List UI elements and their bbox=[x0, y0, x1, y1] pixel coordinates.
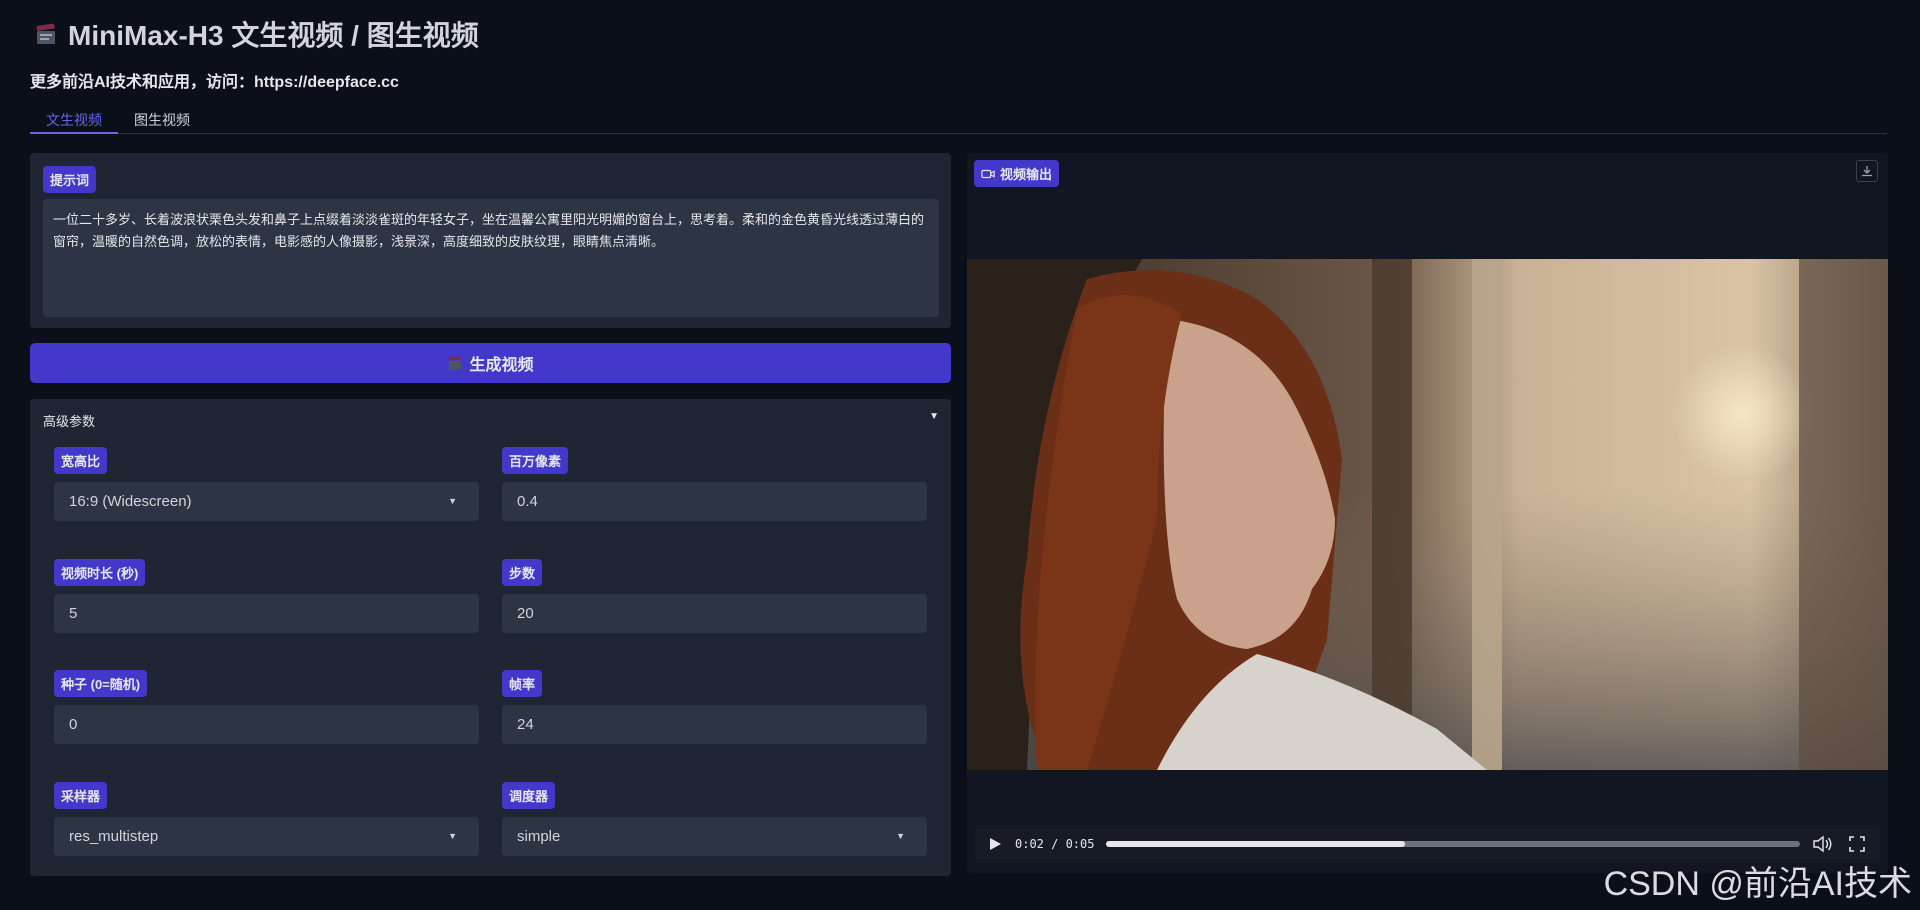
fullscreen-icon[interactable] bbox=[1846, 835, 1868, 853]
clapperboard-icon bbox=[36, 23, 55, 44]
video-still-image bbox=[967, 259, 1888, 770]
play-icon[interactable] bbox=[987, 836, 1003, 852]
video-frame[interactable] bbox=[967, 259, 1888, 770]
scheduler-select[interactable]: simple ▼ bbox=[502, 817, 927, 856]
video-output-label-text: 视频输出 bbox=[1000, 167, 1053, 182]
app-root: MiniMax-H3 文生视频 / 图生视频 更多前沿AI技术和应用，访问：ht… bbox=[0, 0, 1920, 910]
tab-text-to-video[interactable]: 文生视频 bbox=[30, 106, 118, 134]
chevron-down-icon: ▼ bbox=[448, 831, 457, 841]
seed-input[interactable]: 0 bbox=[54, 705, 479, 744]
prompt-panel: 提示词 一位二十多岁、长着波浪状栗色头发和鼻子上点缀着淡淡雀斑的年轻女子，坐在温… bbox=[30, 153, 951, 328]
download-icon bbox=[1862, 166, 1872, 177]
aspect-ratio-value: 16:9 (Widescreen) bbox=[69, 493, 192, 510]
video-camera-icon bbox=[981, 169, 995, 178]
steps-label: 步数 bbox=[502, 559, 543, 586]
steps-input[interactable]: 20 bbox=[502, 594, 927, 633]
duration-input[interactable]: 5 bbox=[54, 594, 479, 633]
video-progress-fill bbox=[1106, 841, 1405, 847]
fps-label: 帧率 bbox=[502, 670, 543, 697]
megapixels-label: 百万像素 bbox=[502, 447, 569, 474]
aspect-ratio-select[interactable]: 16:9 (Widescreen) ▼ bbox=[54, 482, 479, 521]
scheduler-label: 调度器 bbox=[502, 782, 556, 809]
sampler-value: res_multistep bbox=[69, 828, 159, 845]
tab-bar: 文生视频 图生视频 bbox=[30, 106, 1887, 134]
video-output-panel: 视频输出 0:02 / 0:05 bbox=[967, 153, 1888, 873]
duration-label: 视频时长 (秒) bbox=[54, 559, 146, 586]
app-title: MiniMax-H3 文生视频 / 图生视频 bbox=[34, 14, 479, 54]
prompt-textarea[interactable]: 一位二十多岁、长着波浪状栗色头发和鼻子上点缀着淡淡雀斑的年轻女子，坐在温馨公寓里… bbox=[43, 199, 939, 317]
app-title-text: MiniMax-H3 文生视频 / 图生视频 bbox=[68, 20, 479, 51]
download-button[interactable] bbox=[1856, 160, 1878, 182]
prompt-label: 提示词 bbox=[43, 166, 97, 193]
aspect-ratio-label: 宽高比 bbox=[54, 447, 108, 474]
generate-video-button[interactable]: 生成视频 bbox=[30, 343, 951, 383]
chevron-down-icon: ▼ bbox=[896, 831, 905, 841]
advanced-params-header[interactable]: 高级参数 bbox=[43, 411, 95, 430]
video-time: 0:02 / 0:05 bbox=[1015, 837, 1095, 851]
collapse-caret-icon[interactable]: ▼ bbox=[929, 411, 939, 422]
clapperboard-icon bbox=[449, 356, 462, 370]
scheduler-value: simple bbox=[517, 828, 561, 845]
advanced-params-panel: 高级参数 ▼ 宽高比 16:9 (Widescreen) ▼ 百万像素 0.4 … bbox=[30, 399, 951, 876]
sampler-label: 采样器 bbox=[54, 782, 108, 809]
tab-image-to-video[interactable]: 图生视频 bbox=[118, 106, 206, 134]
watermark-text: CSDN @前沿AI技术 bbox=[1603, 865, 1912, 903]
volume-icon[interactable] bbox=[1812, 835, 1834, 853]
chevron-down-icon: ▼ bbox=[448, 496, 457, 506]
video-progress-bar[interactable] bbox=[1106, 841, 1800, 847]
fps-input[interactable]: 24 bbox=[502, 705, 927, 744]
generate-video-label: 生成视频 bbox=[469, 357, 534, 374]
sampler-select[interactable]: res_multistep ▼ bbox=[54, 817, 479, 856]
subtitle: 更多前沿AI技术和应用，访问：https://deepface.cc bbox=[30, 74, 399, 91]
video-output-label: 视频输出 bbox=[974, 160, 1060, 187]
megapixels-input[interactable]: 0.4 bbox=[502, 482, 927, 521]
seed-label: 种子 (0=随机) bbox=[54, 670, 148, 697]
